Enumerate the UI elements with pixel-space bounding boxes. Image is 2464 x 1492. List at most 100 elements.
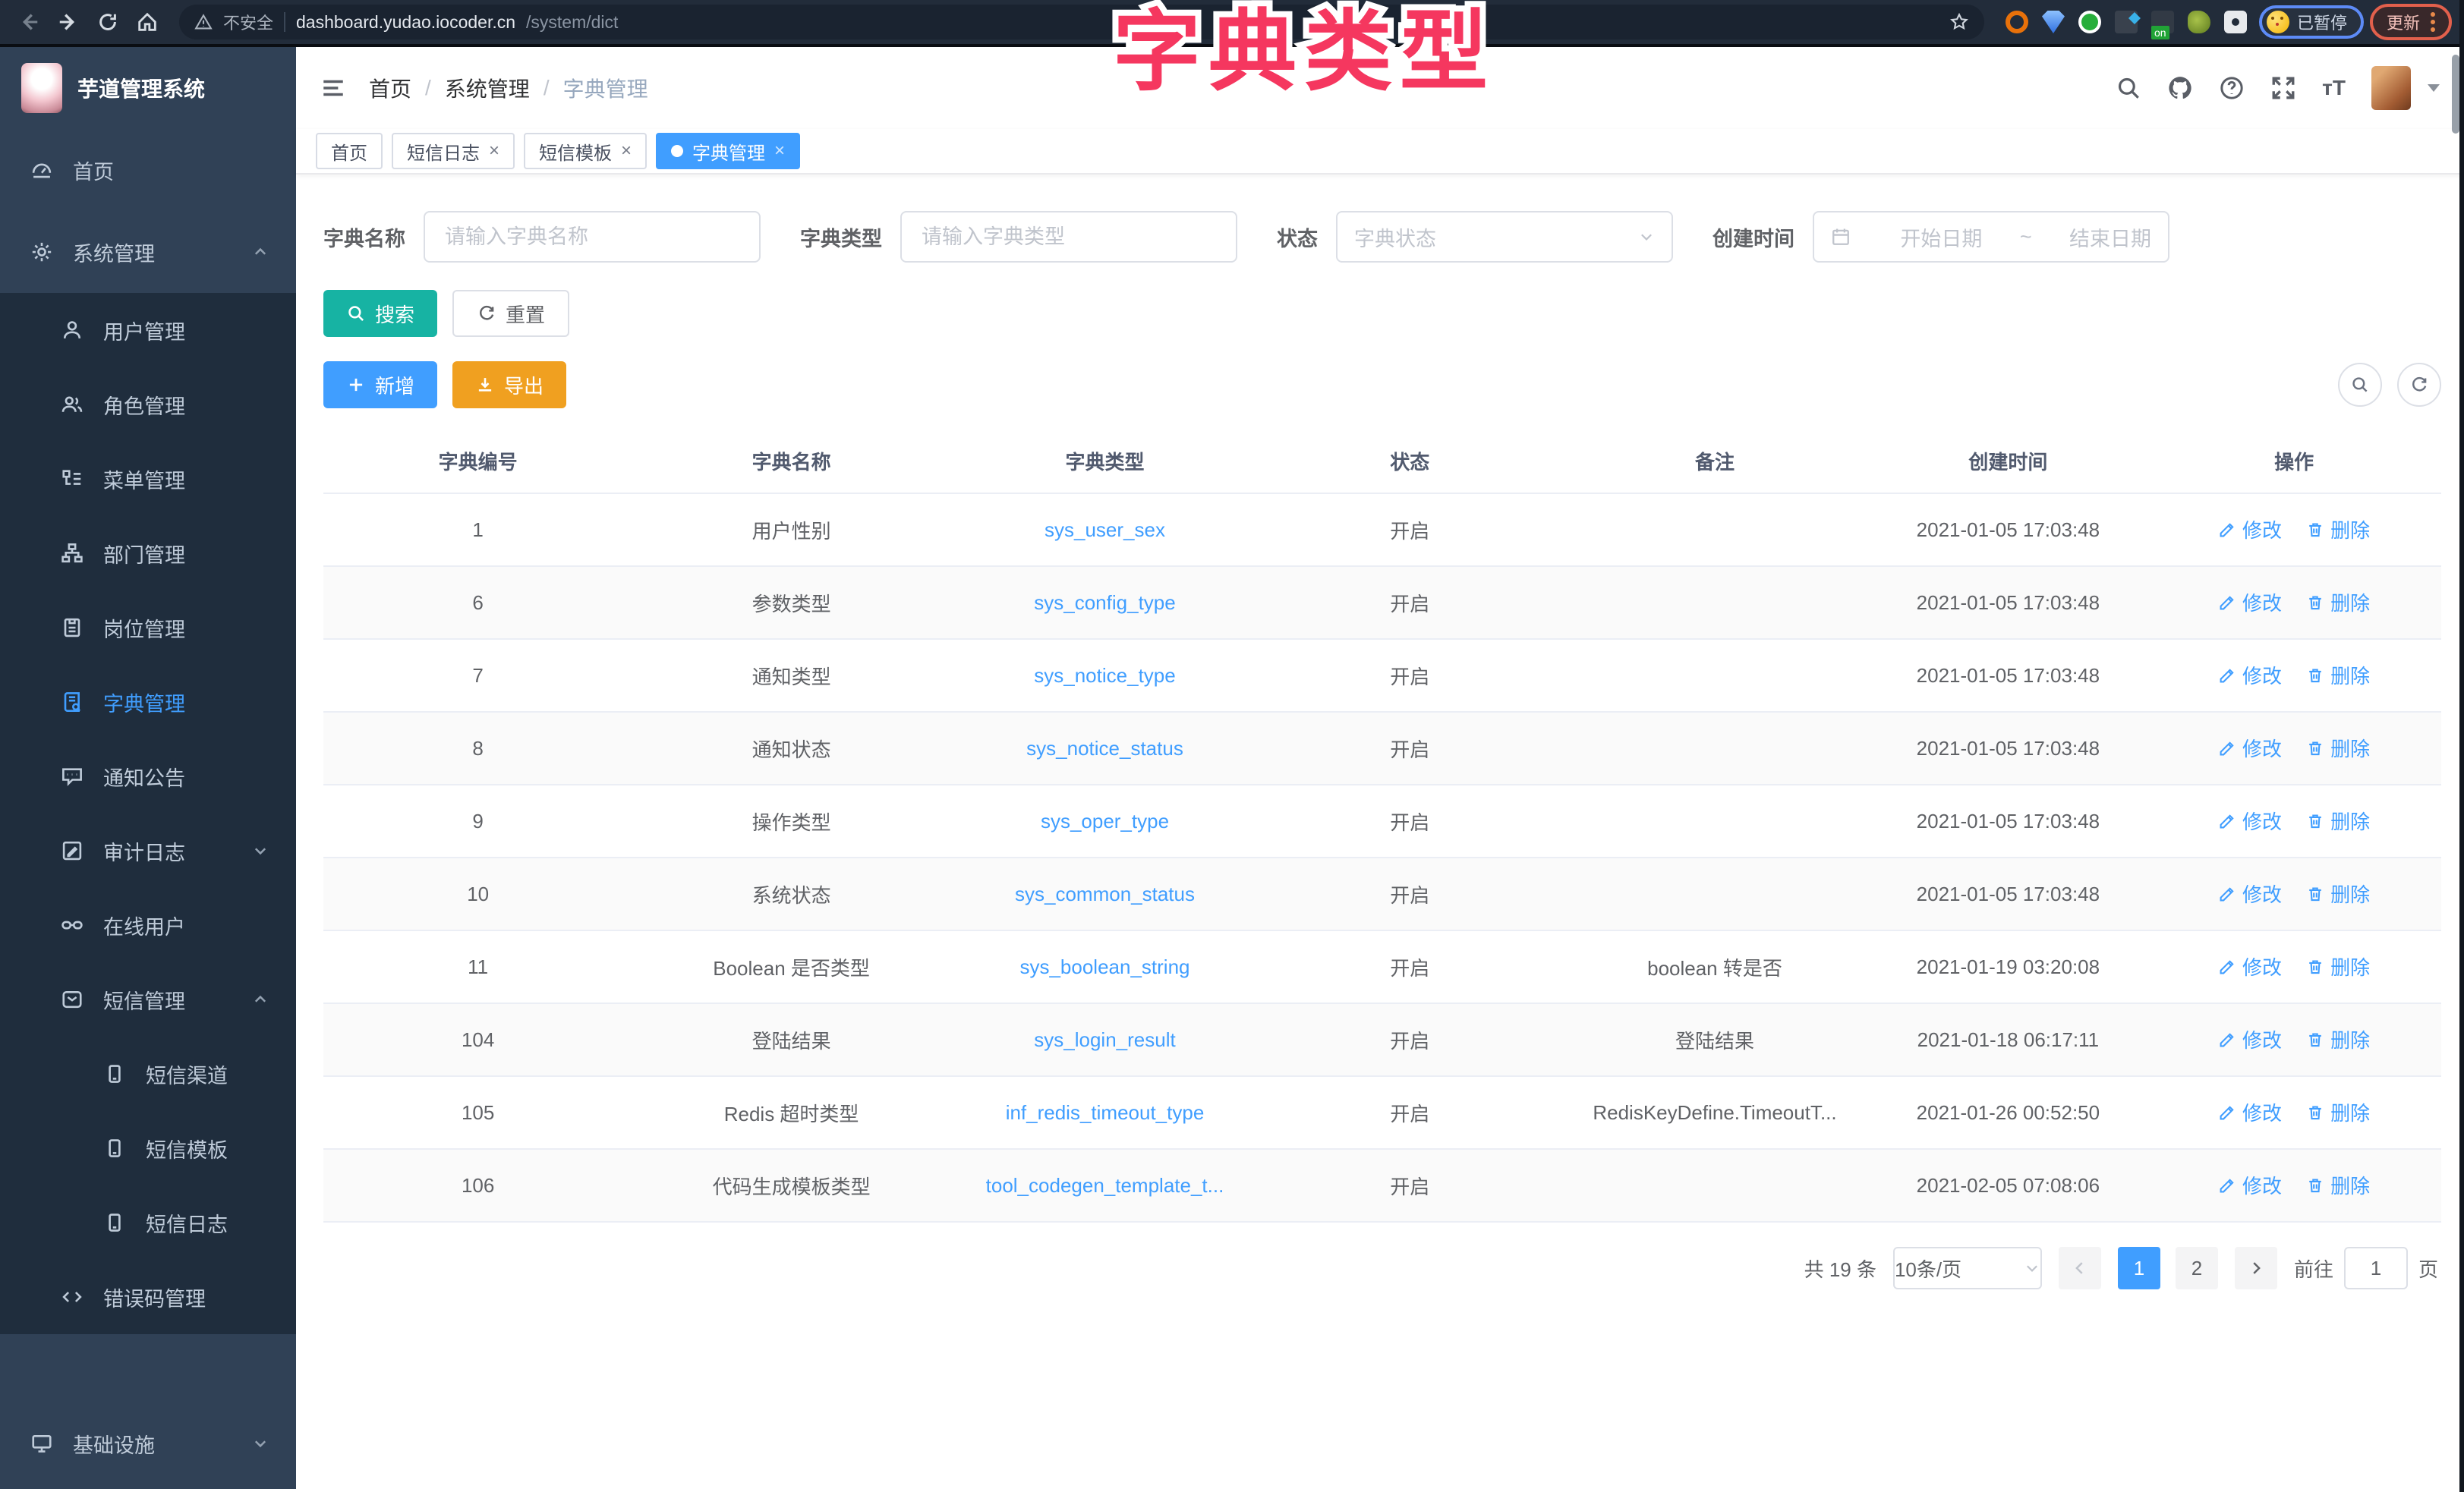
dict-type-link[interactable]: sys_oper_type bbox=[1041, 810, 1169, 833]
reset-button[interactable]: 重置 bbox=[452, 290, 569, 337]
delete-link[interactable]: 删除 bbox=[2306, 1025, 2370, 1053]
github-icon[interactable] bbox=[2167, 75, 2193, 101]
dict-name-input[interactable] bbox=[442, 224, 742, 250]
delete-link[interactable]: 删除 bbox=[2306, 807, 2370, 835]
hamburger-icon[interactable] bbox=[320, 75, 346, 101]
tag-字典管理[interactable]: 字典管理× bbox=[656, 133, 800, 169]
sidebar-item-菜单管理[interactable]: 菜单管理 bbox=[0, 442, 296, 516]
extension-icon[interactable] bbox=[2188, 11, 2210, 33]
extensions-puzzle-icon[interactable] bbox=[2224, 11, 2247, 33]
extension-icon[interactable] bbox=[2115, 11, 2138, 33]
sidebar-item-错误码管理[interactable]: 错误码管理 bbox=[0, 1260, 296, 1334]
page-button-1[interactable]: 1 bbox=[2118, 1247, 2160, 1289]
dict-type-field[interactable] bbox=[900, 211, 1237, 263]
font-size-icon[interactable]: ᴛT bbox=[2322, 76, 2346, 100]
sidebar-item-短信渠道[interactable]: 短信渠道 bbox=[0, 1037, 296, 1111]
profile-paused-badge[interactable]: 已暂停 bbox=[2259, 5, 2364, 39]
sidebar-item-部门管理[interactable]: 部门管理 bbox=[0, 516, 296, 590]
browser-back-button[interactable] bbox=[12, 5, 46, 39]
table-refresh-button[interactable] bbox=[2397, 363, 2441, 407]
close-icon[interactable]: × bbox=[774, 140, 785, 162]
tag-首页[interactable]: 首页 bbox=[316, 133, 383, 169]
dict-type-link[interactable]: sys_login_result bbox=[1034, 1028, 1175, 1051]
sidebar-item-系统管理[interactable]: 系统管理 bbox=[0, 211, 296, 293]
dict-type-link[interactable]: sys_boolean_string bbox=[1019, 955, 1189, 978]
tag-短信日志[interactable]: 短信日志× bbox=[392, 133, 515, 169]
browser-reload-button[interactable] bbox=[91, 5, 124, 39]
search-button[interactable]: 搜索 bbox=[323, 290, 437, 337]
page-button-2[interactable]: 2 bbox=[2176, 1247, 2218, 1289]
help-icon[interactable] bbox=[2219, 75, 2245, 101]
delete-link[interactable]: 删除 bbox=[2306, 661, 2370, 689]
delete-link[interactable]: 删除 bbox=[2306, 588, 2370, 616]
avatar[interactable] bbox=[2371, 66, 2411, 110]
search-icon[interactable] bbox=[2116, 75, 2141, 101]
close-icon[interactable]: × bbox=[621, 140, 632, 162]
sidebar-item-通知公告[interactable]: 通知公告 bbox=[0, 739, 296, 814]
address-bar[interactable]: 不安全 dashboard.yudao.iocoder.cn /system/d… bbox=[179, 5, 1984, 39]
extension-icon[interactable] bbox=[2042, 11, 2065, 33]
delete-link[interactable]: 删除 bbox=[2306, 734, 2370, 762]
browser-forward-button[interactable] bbox=[52, 5, 85, 39]
sidebar-item-角色管理[interactable]: 角色管理 bbox=[0, 367, 296, 442]
export-button[interactable]: 导出 bbox=[452, 361, 566, 408]
sidebar-item-基础设施[interactable]: 基础设施 bbox=[0, 1398, 296, 1489]
sidebar-item-在线用户[interactable]: 在线用户 bbox=[0, 888, 296, 962]
dict-type-input[interactable] bbox=[918, 224, 1219, 250]
extension-icon[interactable] bbox=[2006, 11, 2028, 33]
edit-link[interactable]: 修改 bbox=[2218, 588, 2282, 616]
dict-type-link[interactable]: sys_user_sex bbox=[1045, 518, 1165, 541]
page-size-select[interactable]: 10条/页 bbox=[1893, 1247, 2042, 1289]
goto-page-input[interactable] bbox=[2344, 1247, 2408, 1289]
chevron-down-icon[interactable] bbox=[2428, 84, 2440, 92]
dict-type-link[interactable]: tool_codegen_template_t... bbox=[986, 1174, 1224, 1197]
edit-link[interactable]: 修改 bbox=[2218, 1171, 2282, 1199]
app-logo[interactable]: 芋道管理系统 bbox=[0, 47, 296, 129]
sidebar-item-短信日志[interactable]: 短信日志 bbox=[0, 1185, 296, 1260]
dict-name-field[interactable] bbox=[424, 211, 761, 263]
browser-home-button[interactable] bbox=[131, 5, 164, 39]
extension-icon[interactable] bbox=[2078, 11, 2101, 33]
dict-type-link[interactable]: inf_redis_timeout_type bbox=[1006, 1101, 1205, 1124]
edit-link[interactable]: 修改 bbox=[2218, 1098, 2282, 1126]
sidebar-item-岗位管理[interactable]: 岗位管理 bbox=[0, 590, 296, 665]
extension-icon[interactable] bbox=[2151, 11, 2174, 33]
breadcrumb-item[interactable]: 系统管理 bbox=[445, 73, 530, 103]
edit-link[interactable]: 修改 bbox=[2218, 1025, 2282, 1053]
edit-link[interactable]: 修改 bbox=[2218, 734, 2282, 762]
sidebar-item-字典管理[interactable]: 字典管理 bbox=[0, 665, 296, 739]
page-scrollbar-thumb[interactable] bbox=[2452, 55, 2459, 134]
close-icon[interactable]: × bbox=[489, 140, 499, 162]
status-select[interactable]: 字典状态 bbox=[1336, 211, 1673, 263]
delete-link[interactable]: 删除 bbox=[2306, 1098, 2370, 1126]
delete-link[interactable]: 删除 bbox=[2306, 515, 2370, 543]
sidebar-item-首页[interactable]: 首页 bbox=[0, 129, 296, 211]
tag-短信模板[interactable]: 短信模板× bbox=[524, 133, 647, 169]
edit-link[interactable]: 修改 bbox=[2218, 515, 2282, 543]
next-page-button[interactable] bbox=[2235, 1247, 2277, 1289]
browser-menu-icon[interactable] bbox=[2431, 12, 2435, 32]
edit-link[interactable]: 修改 bbox=[2218, 661, 2282, 689]
edit-link[interactable]: 修改 bbox=[2218, 880, 2282, 908]
dict-type-link[interactable]: sys_notice_type bbox=[1034, 664, 1175, 687]
breadcrumb-item[interactable]: 首页 bbox=[369, 73, 411, 103]
table-search-toggle-button[interactable] bbox=[2338, 363, 2382, 407]
delete-link[interactable]: 删除 bbox=[2306, 1171, 2370, 1199]
delete-link[interactable]: 删除 bbox=[2306, 880, 2370, 908]
sidebar-item-短信管理[interactable]: 短信管理 bbox=[0, 962, 296, 1037]
prev-page-button[interactable] bbox=[2059, 1247, 2101, 1289]
dict-type-link[interactable]: sys_notice_status bbox=[1026, 737, 1183, 760]
dict-type-link[interactable]: sys_config_type bbox=[1034, 591, 1175, 614]
sidebar-item-用户管理[interactable]: 用户管理 bbox=[0, 293, 296, 367]
edit-link[interactable]: 修改 bbox=[2218, 952, 2282, 981]
delete-link[interactable]: 删除 bbox=[2306, 952, 2370, 981]
date-range-picker[interactable]: 开始日期 ~ 结束日期 bbox=[1813, 211, 2169, 263]
dict-type-link[interactable]: sys_common_status bbox=[1015, 883, 1195, 905]
sidebar-item-审计日志[interactable]: 审计日志 bbox=[0, 814, 296, 888]
sidebar-item-短信模板[interactable]: 短信模板 bbox=[0, 1111, 296, 1185]
add-button[interactable]: 新增 bbox=[323, 361, 437, 408]
edit-link[interactable]: 修改 bbox=[2218, 807, 2282, 835]
browser-update-button[interactable]: 更新 bbox=[2370, 4, 2452, 40]
fullscreen-icon[interactable] bbox=[2270, 75, 2296, 101]
bookmark-star-icon[interactable] bbox=[1949, 12, 1969, 32]
